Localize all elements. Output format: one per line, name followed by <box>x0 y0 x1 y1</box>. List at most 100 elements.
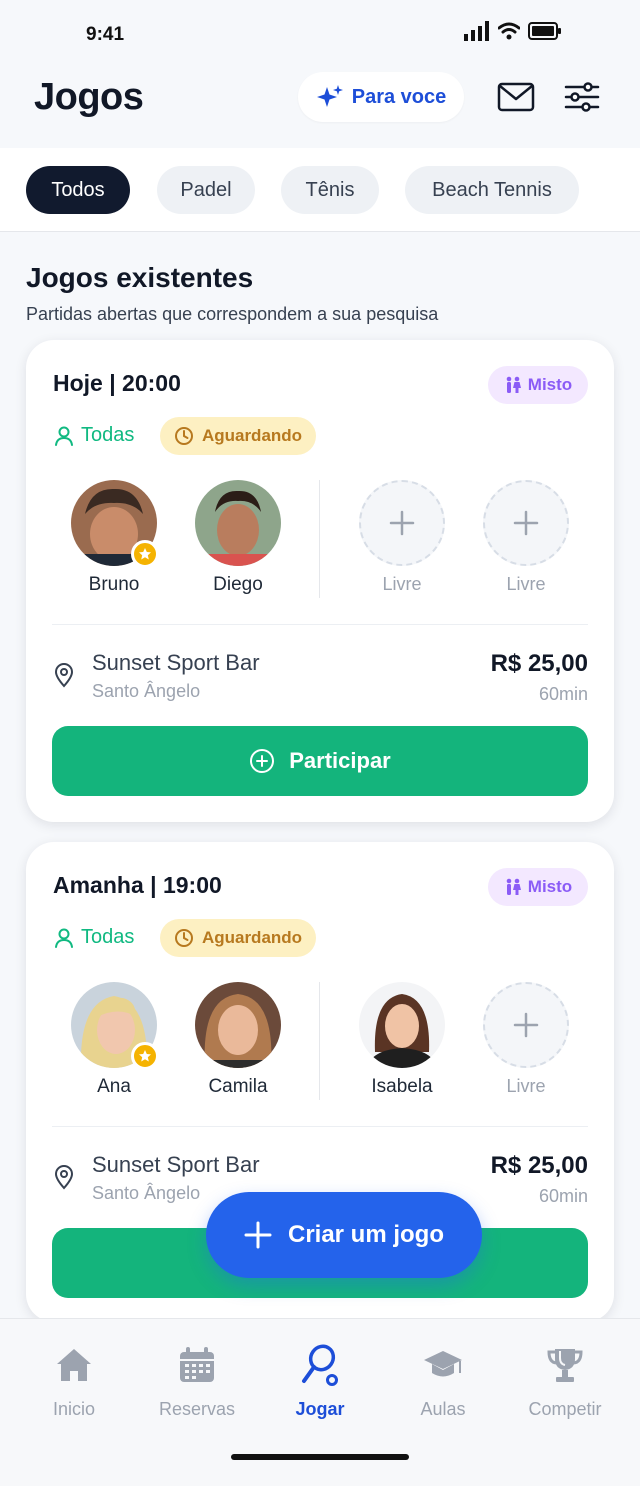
mixed-gender-icon <box>506 376 521 393</box>
chip-beach-tennis[interactable]: Beach Tennis <box>405 166 579 214</box>
join-label: Participar <box>289 748 391 773</box>
card-divider <box>52 1126 588 1127</box>
player-name: Bruno <box>88 574 140 595</box>
for-you-button[interactable]: Para voce <box>298 72 464 122</box>
chip-padel[interactable]: Padel <box>157 166 255 214</box>
filter-button[interactable] <box>562 80 602 114</box>
player-photo <box>195 982 281 1068</box>
venue-city: Santo Ângelo <box>92 1183 201 1203</box>
game-datetime: Amanha | 19:00 <box>53 872 222 898</box>
free-slot[interactable]: Livre <box>471 982 581 1097</box>
nav-item-aulas[interactable]: Aulas <box>388 1343 498 1420</box>
chip-tenis[interactable]: Tênis <box>281 166 379 214</box>
messages-button[interactable] <box>496 80 536 114</box>
level-indicator: Todas <box>53 424 134 447</box>
create-game-label: Criar um jogo <box>287 1221 444 1248</box>
free-slot-label: Livre <box>382 574 422 594</box>
section-subtitle: Partidas abertas que correspondem a sua … <box>26 304 439 324</box>
team-divider <box>319 982 320 1100</box>
page-title: Jogos <box>34 76 144 118</box>
nav-label: Jogar <box>295 1399 345 1419</box>
card-divider <box>52 624 588 625</box>
avatar <box>195 480 281 566</box>
join-button[interactable]: Participar <box>52 726 588 796</box>
venue-city: Santo Ângelo <box>92 681 201 701</box>
player-slot[interactable]: Diego <box>183 480 293 596</box>
team-divider <box>319 480 320 598</box>
trophy-icon <box>547 1349 583 1382</box>
player-slot[interactable]: Isabela <box>347 982 457 1098</box>
player-photo <box>195 480 281 566</box>
game-duration: 60min <box>538 684 588 704</box>
level-label: Todas <box>81 424 135 446</box>
player-slot[interactable]: Camila <box>183 982 293 1098</box>
game-type-label: Misto <box>527 877 573 896</box>
avatar <box>71 480 159 568</box>
game-price: R$ 25,00 <box>490 650 588 677</box>
host-star-icon <box>131 1042 159 1070</box>
nav-item-competir[interactable]: Competir <box>510 1343 620 1420</box>
game-type-label: Misto <box>527 375 573 394</box>
player-photo <box>359 982 445 1068</box>
status-label: Aguardando <box>201 928 303 947</box>
home-indicator <box>231 1454 409 1460</box>
sport-filter-bar: Todos Padel Tênis Beach Tennis <box>0 148 640 232</box>
avatar <box>195 982 281 1068</box>
game-type-badge: Misto <box>488 366 588 404</box>
plus-circle-icon <box>250 749 275 773</box>
plus-icon <box>513 1012 539 1038</box>
filter-sliders-icon <box>564 82 600 112</box>
mail-icon <box>497 82 535 112</box>
avatar <box>359 982 445 1068</box>
clock-icon <box>174 427 193 445</box>
player-slot[interactable]: Bruno <box>59 480 169 596</box>
battery-icon <box>528 22 561 40</box>
bottom-navigation: Inicio Reservas Jogar Aulas Competir <box>0 1318 640 1486</box>
free-slot[interactable]: Livre <box>347 480 457 595</box>
free-slot-circle[interactable] <box>483 982 569 1068</box>
game-card[interactable]: Hoje | 20:00 Misto Todas Aguardando Brun… <box>26 340 614 822</box>
nav-label: Reservas <box>158 1399 236 1419</box>
player-name: Ana <box>97 1076 131 1097</box>
for-you-label: Para voce <box>351 85 447 108</box>
graduation-cap-icon <box>424 1351 462 1377</box>
free-slot-circle[interactable] <box>359 480 445 566</box>
game-duration: 60min <box>538 1186 588 1206</box>
status-badge: Aguardando <box>160 417 316 455</box>
user-level-icon <box>55 426 73 446</box>
free-slot[interactable]: Livre <box>471 480 581 595</box>
status-label: Aguardando <box>201 426 303 445</box>
plus-icon <box>513 510 539 536</box>
player-name: Isabela <box>371 1076 433 1097</box>
avatar <box>71 982 159 1070</box>
free-slot-label: Livre <box>506 574 546 594</box>
player-name: Camila <box>208 1076 268 1097</box>
nav-item-reservas[interactable]: Reservas <box>142 1343 252 1420</box>
game-type-badge: Misto <box>488 868 588 906</box>
nav-item-inicio[interactable]: Inicio <box>19 1343 129 1420</box>
signal-icon <box>464 21 489 41</box>
clock-icon <box>174 929 193 947</box>
wifi-icon <box>498 22 520 40</box>
location-pin-icon <box>54 1165 74 1190</box>
status-badge: Aguardando <box>160 919 316 957</box>
nav-item-jogar[interactable]: Jogar <box>265 1343 375 1420</box>
section-title: Jogos existentes <box>26 262 254 293</box>
status-bar: 9:41 <box>0 0 640 62</box>
player-name: Diego <box>213 574 263 595</box>
player-slot[interactable]: Ana <box>59 982 169 1098</box>
venue-name: Sunset Sport Bar <box>92 650 260 675</box>
app-header: Jogos Para voce <box>0 62 640 148</box>
chip-todos[interactable]: Todos <box>26 166 130 214</box>
user-level-icon <box>55 928 73 948</box>
status-icons <box>464 21 562 41</box>
players-row: Ana Camila Isabela Livre <box>26 982 614 1112</box>
game-datetime: Hoje | 20:00 <box>53 370 181 396</box>
host-star-icon <box>131 540 159 568</box>
nav-label: Inicio <box>52 1399 96 1419</box>
calendar-icon <box>180 1347 214 1382</box>
level-label: Todas <box>81 926 135 948</box>
free-slot-circle[interactable] <box>483 480 569 566</box>
sparkle-icon <box>316 85 343 107</box>
create-game-button[interactable]: Criar um jogo <box>206 1192 482 1278</box>
